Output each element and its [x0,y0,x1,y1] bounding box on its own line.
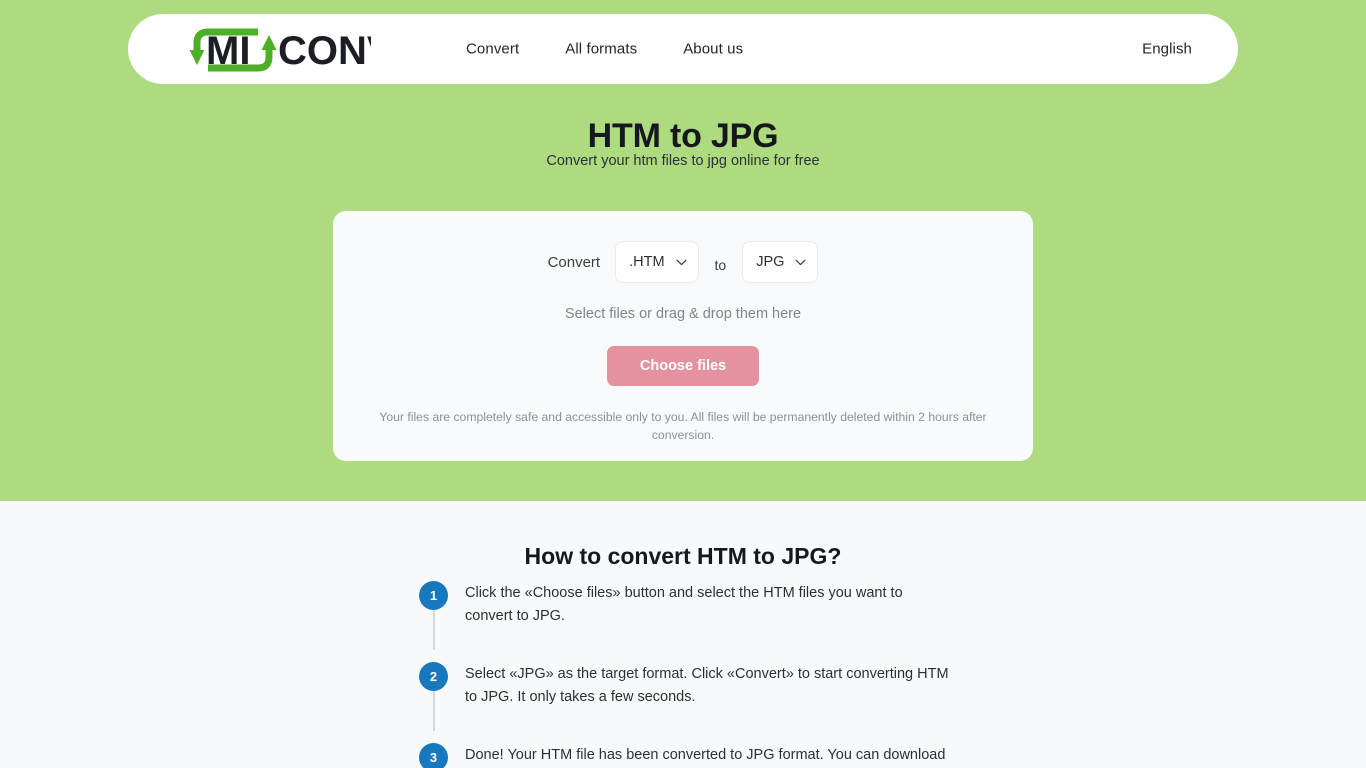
target-format-dropdown[interactable]: JPG [742,241,819,283]
nav-item-all-formats[interactable]: All formats [551,35,651,64]
source-format-dropdown[interactable]: .HTM [615,241,699,283]
nav-item-about-us[interactable]: About us [669,35,757,64]
nav-item-convert[interactable]: Convert [452,35,533,64]
safety-note: Your files are completely safe and acces… [379,410,987,442]
list-item: 3 Done! Your HTM file has been converted… [419,743,949,768]
step-number-badge: 3 [419,743,448,768]
chevron-down-icon [676,259,687,265]
step-text: Click the «Choose files» button and sele… [465,585,903,624]
page-subtitle: Convert your htm files to jpg online for… [546,153,820,169]
step-connector-line [433,610,435,650]
miconv-logo[interactable]: MI CONV [186,25,371,73]
main-nav: Convert All formats About us [452,35,757,64]
page-root: MI CONV Convert All formats About us Eng… [0,0,1366,768]
format-selection-row: Convert .HTM to JPG [333,241,1033,283]
choose-files-button[interactable]: Choose files [607,346,759,386]
chevron-down-icon [795,259,806,265]
howto-steps-list: 1 Click the «Choose files» button and se… [419,581,949,768]
list-item: 2 Select «JPG» as the target format. Cli… [419,662,949,731]
step-badge-wrap: 2 [419,662,448,731]
logo-icon: MI CONV [189,28,371,73]
converter-card: Convert .HTM to JPG Select files or drag… [333,211,1033,461]
step-text: Select «JPG» as the target format. Click… [465,666,949,705]
howto-heading: How to convert HTM to JPG? [524,543,842,569]
svg-text:MI: MI [206,29,250,73]
step-badge-wrap: 1 [419,581,448,650]
convert-label: Convert [547,253,601,271]
target-format-value: JPG [756,254,785,270]
language-selector[interactable]: English [1142,41,1192,58]
source-format-value: .HTM [629,254,665,270]
step-connector-line [433,691,435,731]
step-text: Done! Your HTM file has been converted t… [465,747,946,763]
step-number-badge: 2 [419,662,448,691]
page-title: HTM to JPG [587,117,779,155]
step-number-badge: 1 [419,581,448,610]
dropzone-hint[interactable]: Select files or drag & drop them here [333,306,1033,322]
step-badge-wrap: 3 [419,743,448,768]
svg-text:CONV: CONV [278,29,371,73]
to-label: to [714,257,727,273]
list-item: 1 Click the «Choose files» button and se… [419,581,949,650]
site-header: MI CONV Convert All formats About us Eng… [128,14,1238,84]
